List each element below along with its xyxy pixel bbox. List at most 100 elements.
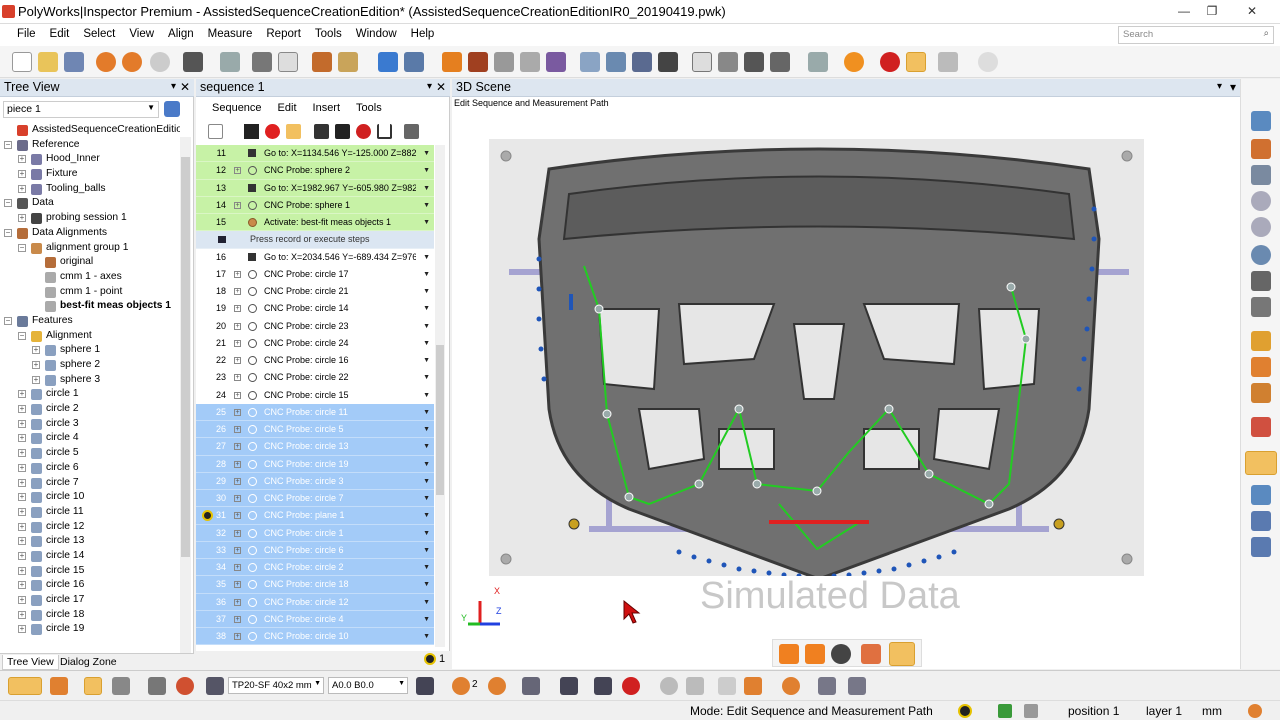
chevron-down-icon[interactable]: ▼	[423, 197, 430, 214]
settings-icon[interactable]	[183, 52, 203, 72]
chevron-down-icon[interactable]: ▼	[423, 214, 430, 231]
sequence-step[interactable]: 34 + CNC Probe: circle 2 ▼	[196, 559, 434, 577]
expand-icon[interactable]: +	[18, 522, 26, 531]
stop-tool-icon[interactable]	[1251, 417, 1271, 437]
sequence-step[interactable]: 23 + CNC Probe: circle 22 ▼	[196, 369, 434, 387]
expand-icon[interactable]: +	[18, 478, 26, 487]
tree-item[interactable]: original	[0, 255, 180, 270]
chevron-down-icon[interactable]: ▼	[423, 438, 430, 455]
chart-icon[interactable]	[938, 52, 958, 72]
chevron-down-icon[interactable]: ▼	[423, 456, 430, 473]
chevron-down-icon[interactable]: ▼	[423, 249, 430, 266]
sequence-step[interactable]: 17 + CNC Probe: circle 17 ▼	[196, 265, 434, 283]
binary-icon[interactable]	[278, 52, 298, 72]
report-icon[interactable]	[692, 52, 712, 72]
tree-item[interactable]: + sphere 1	[0, 343, 180, 358]
expand-icon[interactable]: +	[234, 633, 241, 640]
expand-icon[interactable]: +	[32, 361, 40, 369]
sequence-step[interactable]: 28 + CNC Probe: circle 19 ▼	[196, 455, 434, 473]
expand-icon[interactable]: +	[234, 460, 241, 468]
tree-item[interactable]: cmm 1 - axes	[0, 270, 180, 285]
zoom-fit-icon[interactable]	[1251, 111, 1271, 131]
sequence-icon[interactable]	[906, 52, 926, 72]
maximize-button[interactable]: ❐	[1200, 2, 1224, 20]
tree-item[interactable]: cmm 1 - point	[0, 285, 180, 300]
gauge-view-icon[interactable]	[1251, 485, 1271, 505]
menu-select[interactable]: Select	[76, 24, 122, 40]
status-position[interactable]: position 1	[1068, 704, 1119, 718]
device-mode-icon[interactable]	[84, 677, 102, 695]
stop-disabled-icon[interactable]	[686, 677, 704, 695]
tree-item[interactable]: + circle 7	[0, 476, 180, 491]
swap-icon[interactable]	[404, 124, 419, 139]
expand-icon[interactable]: +	[18, 214, 26, 223]
export-view-icon[interactable]	[1251, 537, 1271, 557]
pin-icon[interactable]: ▾	[1217, 81, 1222, 92]
device-probe-icon[interactable]	[50, 677, 68, 695]
undo-icon[interactable]	[96, 52, 116, 72]
tree-item[interactable]: − Reference	[0, 138, 180, 153]
tree-item[interactable]: + circle 11	[0, 505, 180, 520]
chevron-down-icon[interactable]: ▼	[423, 628, 430, 645]
label-icon[interactable]	[520, 52, 540, 72]
eye-icon[interactable]	[1251, 245, 1271, 265]
sequence-step[interactable]: 14 + CNC Probe: sphere 1 ▼	[196, 196, 434, 214]
back-icon[interactable]	[744, 677, 762, 695]
expand-icon[interactable]: +	[234, 408, 241, 416]
tree-item[interactable]: + circle 16	[0, 578, 180, 593]
chevron-down-icon[interactable]: ▼	[423, 594, 430, 611]
hand-select-icon[interactable]	[1245, 451, 1277, 475]
chevron-down-icon[interactable]: ▼	[423, 404, 430, 421]
tree-scrollbar-thumb[interactable]	[181, 157, 190, 557]
snapshot-icon[interactable]	[718, 52, 738, 72]
tree-item[interactable]: best-fit meas objects 1	[0, 299, 180, 314]
sequence-step[interactable]: 24 + CNC Probe: circle 15 ▼	[196, 386, 434, 404]
chevron-down-icon[interactable]: ▼	[423, 352, 430, 369]
check-icon[interactable]	[998, 704, 1012, 718]
cube-icon[interactable]	[378, 52, 398, 72]
tree-item[interactable]: − Data	[0, 196, 180, 211]
annotate-icon[interactable]	[546, 52, 566, 72]
expand-icon[interactable]: +	[18, 463, 26, 472]
sequence-step[interactable]: 26 + CNC Probe: circle 5 ▼	[196, 421, 434, 439]
tree-item[interactable]: − alignment group 1	[0, 241, 180, 256]
search-input[interactable]: Search ⌕	[1118, 26, 1274, 44]
gear-icon[interactable]	[831, 644, 851, 664]
runner-icon[interactable]	[335, 124, 350, 139]
zoom-icon[interactable]	[1251, 191, 1271, 211]
expand-icon[interactable]: +	[234, 529, 241, 537]
expand-icon[interactable]: +	[234, 477, 241, 485]
expand-icon[interactable]: +	[234, 391, 241, 399]
expand-icon[interactable]: +	[18, 155, 26, 164]
crosshair-icon[interactable]	[522, 677, 540, 695]
expand-icon[interactable]: +	[18, 596, 26, 604]
device-icon[interactable]	[8, 677, 42, 695]
tree-item[interactable]: + circle 14	[0, 549, 180, 564]
sequence-step[interactable]: 13 Go to: X=1982.967 Y=-605.980 Z=982.9..…	[196, 179, 434, 197]
chevron-down-icon[interactable]: ▼	[423, 318, 430, 335]
collapse-icon[interactable]: −	[4, 140, 12, 149]
expand-icon[interactable]: +	[234, 564, 241, 571]
expand-icon[interactable]: +	[18, 184, 26, 193]
magnet-icon[interactable]	[377, 124, 392, 139]
close-icon[interactable]: ✕	[436, 80, 446, 94]
list-path-icon[interactable]	[805, 644, 825, 664]
expand-icon[interactable]: +	[18, 551, 26, 560]
menu-edit[interactable]: Edit	[43, 24, 77, 40]
sequence-step[interactable]: 22 + CNC Probe: circle 16 ▼	[196, 352, 434, 370]
path-edit-icon[interactable]	[818, 677, 836, 695]
dimension-icon[interactable]	[658, 52, 678, 72]
sequence-step[interactable]: 25 + CNC Probe: circle 11 ▼	[196, 403, 434, 421]
tree-item[interactable]: + circle 6	[0, 461, 180, 476]
menu-file[interactable]: File	[10, 24, 43, 40]
expand-icon[interactable]: +	[18, 537, 26, 546]
expand-icon[interactable]: +	[234, 512, 241, 520]
expand-icon[interactable]: +	[18, 566, 26, 575]
chevron-down-icon[interactable]: ▼	[423, 490, 430, 507]
tree-item[interactable]: + circle 5	[0, 446, 180, 461]
seq-menu-tools[interactable]: Tools	[356, 99, 382, 114]
camera-icon[interactable]	[770, 52, 790, 72]
sequence-step[interactable]: 37 + CNC Probe: circle 4 ▼	[196, 610, 434, 628]
play-icon[interactable]	[844, 52, 864, 72]
sequence-step[interactable]: 19 + CNC Probe: circle 14 ▼	[196, 300, 434, 318]
